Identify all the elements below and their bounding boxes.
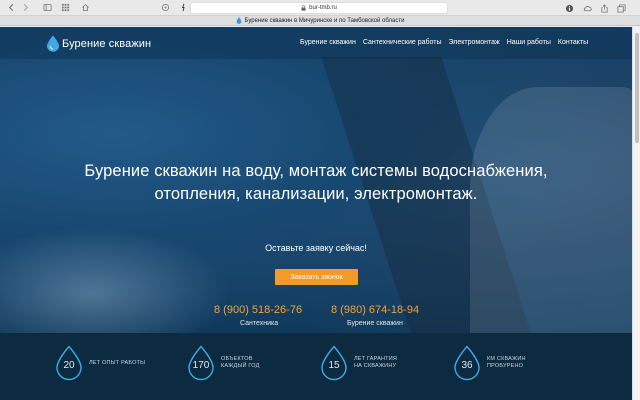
- tab-title-text: Бурение скважин в Мичуринске и по Тамбов…: [244, 17, 405, 24]
- nav-item-contacts[interactable]: Контакты: [558, 39, 588, 46]
- favicon-drop-icon: [236, 17, 241, 24]
- phone-plumbing-caption: Сантехника: [240, 320, 279, 327]
- sidebar-icon[interactable]: [40, 2, 54, 14]
- page-scrollbar[interactable]: [632, 27, 640, 400]
- grid-icon[interactable]: [58, 2, 72, 14]
- phone-drilling[interactable]: 8 (980) 674-18-94: [331, 304, 419, 316]
- stat-drop-icon: 20: [55, 345, 83, 381]
- nav-item-drilling[interactable]: Бурение скважин: [300, 39, 356, 46]
- browser-toolbar: bur-tmb.ru: [0, 0, 640, 16]
- back-icon[interactable]: [4, 2, 18, 14]
- stat-label: ОБЪЕКТОВ КАЖДЫЙ ГОД: [221, 356, 260, 369]
- hero-headline-line1: Бурение скважин на воду, монтаж системы …: [84, 162, 548, 180]
- stat-drop-icon: 36: [453, 345, 481, 381]
- tab-bar: Бурение скважин в Мичуринске и по Тамбов…: [0, 16, 640, 26]
- forward-icon[interactable]: [18, 2, 32, 14]
- scrollbar-thumb[interactable]: [635, 33, 639, 143]
- info-icon[interactable]: [562, 2, 576, 14]
- stat-label: ЛЕТ ГАРАНТИЯ НА СКВАЖИНУ: [354, 356, 398, 369]
- phone-plumbing[interactable]: 8 (900) 518-26-76: [214, 304, 302, 316]
- stats-section: 20 ЛЕТ ОПЫТ РАБОТЫ 170 ОБЪЕКТОВ КАЖДЫЙ Г…: [0, 333, 632, 400]
- main-nav: Бурение скважин Сантехнические работы Эл…: [300, 39, 595, 46]
- tabs-overview-icon[interactable]: [614, 2, 628, 14]
- reader-icon[interactable]: [176, 2, 190, 14]
- active-tab[interactable]: Бурение скважин в Мичуринске и по Тамбов…: [0, 17, 640, 24]
- hero-bg-workers: [470, 87, 632, 337]
- stat-value: 36: [461, 360, 473, 371]
- stat-label: ЛЕТ ОПЫТ РАБОТЫ: [89, 359, 146, 366]
- url-text: bur-tmb.ru: [309, 5, 337, 11]
- request-call-button[interactable]: Заказать звонок: [275, 269, 358, 285]
- stat-label: КМ СКВАЖИН ПРОБУРЕНО: [487, 356, 526, 369]
- stat-experience: 20 ЛЕТ ОПЫТ РАБОТЫ: [55, 345, 149, 381]
- stat-drilled: 36 КМ СКВАЖИН ПРОБУРЕНО: [453, 345, 547, 381]
- phone-drilling-caption: Бурение скважин: [347, 320, 403, 327]
- nav-item-electrical[interactable]: Электромонтаж: [449, 39, 500, 46]
- nav-item-works[interactable]: Наши работы: [507, 39, 551, 46]
- stat-value: 15: [328, 360, 340, 371]
- water-drop-logo-icon: [47, 35, 59, 52]
- nav-item-plumbing[interactable]: Сантехнические работы: [363, 39, 442, 46]
- hero-section: Бурение скважин Бурение скважин Сантехни…: [0, 27, 632, 357]
- site-header: Бурение скважин Бурение скважин Сантехни…: [0, 27, 632, 59]
- share-icon[interactable]: [597, 2, 611, 14]
- stat-warranty: 15 ЛЕТ ГАРАНТИЯ НА СКВАЖИНУ: [320, 345, 414, 381]
- home-icon[interactable]: [78, 2, 92, 14]
- address-bar[interactable]: bur-tmb.ru: [190, 2, 448, 14]
- website: Бурение скважин Бурение скважин Сантехни…: [0, 27, 632, 400]
- stat-drop-icon: 15: [320, 345, 348, 381]
- hero-headline-line2: отопления, канализации, электромонтаж.: [154, 185, 478, 203]
- lock-icon: [301, 5, 306, 11]
- stat-drop-icon: 170: [187, 345, 215, 381]
- stat-value: 20: [63, 360, 75, 371]
- logo-text: Бурение скважин: [62, 37, 152, 50]
- stat-value: 170: [192, 360, 210, 371]
- extension-icon[interactable]: [158, 2, 172, 14]
- cloud-icon[interactable]: [580, 2, 594, 14]
- stat-objects: 170 ОБЪЕКТОВ КАЖДЫЙ ГОД: [187, 345, 281, 381]
- site-logo[interactable]: Бурение скважин: [46, 35, 151, 52]
- cta-text: Оставьте заявку сейчас!: [265, 243, 367, 253]
